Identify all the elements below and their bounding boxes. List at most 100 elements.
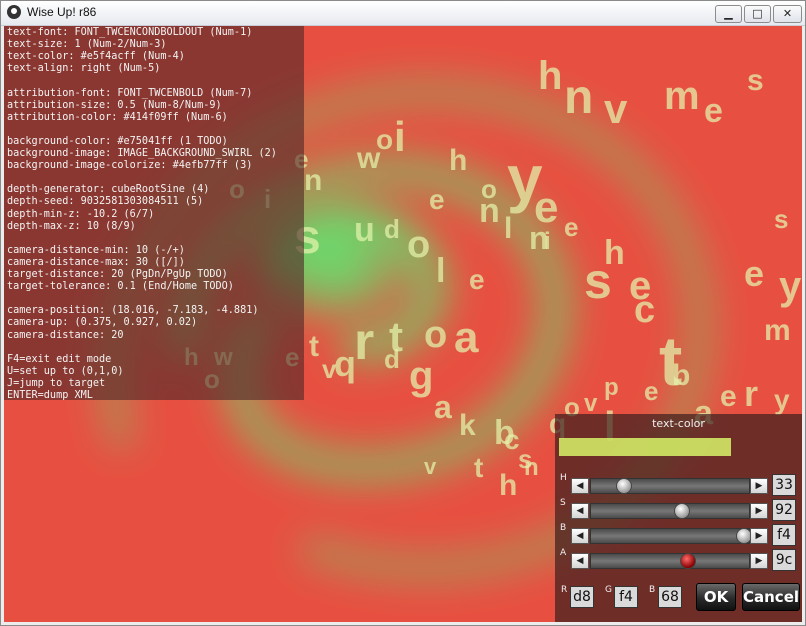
saturation-decrease-button[interactable]: ◀ [571, 503, 589, 519]
scene-letter: n [304, 164, 323, 197]
color-editor-panel: text-color H ◀ ▶ 33 S ◀ ▶ 92 B ◀ ▶ f4 A … [555, 414, 802, 622]
brightness-decrease-button[interactable]: ◀ [571, 528, 589, 544]
brightness-value[interactable]: f4 [772, 524, 796, 546]
info-line: camera-distance-min: 10 (-/+) [7, 244, 185, 256]
alpha-decrease-button[interactable]: ◀ [571, 553, 589, 569]
scene-letter: t [309, 330, 319, 363]
scene-letter: v [604, 85, 628, 132]
info-line: camera-distance-max: 30 ([/]) [7, 256, 185, 268]
close-button[interactable]: ✕ [773, 5, 802, 23]
editor-title: text-color [652, 417, 705, 430]
saturation-slider-thumb[interactable] [674, 503, 691, 519]
info-line: text-align: right (Num-5) [7, 63, 161, 75]
scene-letter: i [544, 228, 551, 255]
alpha-value[interactable]: 9c [772, 549, 796, 571]
alpha-label: A [560, 548, 567, 558]
info-line: text-font: FONT_TWCENCONDBOLDOUT (Num-1) [7, 27, 253, 38]
ok-button[interactable]: OK [696, 583, 736, 611]
scene-letter: y [779, 264, 802, 308]
alpha-slider-track[interactable] [590, 553, 750, 569]
scene-letter: t [474, 452, 484, 483]
red-label: R [561, 585, 568, 595]
scene-letter: r [354, 313, 375, 371]
hue-value[interactable]: 33 [772, 474, 796, 496]
minimize-button[interactable]: ▁ [715, 5, 742, 23]
hue-increase-button[interactable]: ▶ [750, 478, 768, 494]
hue-slider-thumb[interactable] [615, 478, 632, 494]
window-title: Wise Up! r86 [27, 5, 97, 19]
info-line: depth-max-z: 10 (8/9) [7, 220, 136, 232]
saturation-label: S [560, 498, 566, 508]
scene-letter: u [354, 211, 375, 249]
red-value[interactable]: d8 [570, 586, 594, 608]
info-line: target-tolerance: 0.1 (End/Home TODO) [7, 281, 234, 293]
app-icon [7, 5, 21, 19]
scene-letter: h [604, 234, 625, 272]
info-line: attribution-font: FONT_TWCENBOLD (Num-7) [7, 87, 253, 99]
scene-letter: o [407, 224, 431, 266]
scene-letter: e [564, 212, 579, 242]
saturation-increase-button[interactable]: ▶ [750, 503, 768, 519]
scene-letter: d [384, 344, 400, 374]
scene-letter: r [744, 373, 759, 414]
scene-letter: v [424, 454, 437, 479]
scene-letter: c [634, 289, 656, 331]
brightness-increase-button[interactable]: ▶ [750, 528, 768, 544]
info-line: background-image: IMAGE_BACKGROUND_SWIRL… [7, 148, 277, 159]
scene-letter: s [774, 204, 789, 234]
scene-letter: h [449, 144, 468, 177]
brightness-label: B [560, 523, 567, 533]
info-line: background-color: #e75041ff (1 TODO) [7, 135, 228, 147]
info-line: text-size: 1 (Num-2/Num-3) [7, 39, 167, 51]
scene-letter: l [436, 252, 446, 290]
title-bar[interactable]: Wise Up! r86 ▁ □ ✕ [1, 1, 805, 26]
scene-letter: e [704, 92, 723, 130]
info-line: text-color: #e5f4acff (Num-4) [7, 51, 185, 63]
scene-letter: v [584, 390, 598, 417]
blue-label: B [649, 585, 656, 595]
scene-letter: w [357, 142, 381, 175]
saturation-slider-track[interactable] [590, 503, 750, 519]
alpha-slider-thumb[interactable] [680, 553, 697, 569]
alpha-increase-button[interactable]: ▶ [750, 553, 768, 569]
scene-letter: n [479, 192, 500, 230]
brightness-slider-row: B ◀ ▶ f4 [559, 523, 799, 546]
scene-letter: l [504, 212, 513, 245]
info-line: depth-generator: cubeRootSine (4) [7, 184, 210, 196]
cancel-button[interactable]: Cancel [742, 583, 800, 611]
scene-letter: a [454, 313, 479, 362]
info-line: F4=exit edit mode [7, 353, 112, 365]
scene-letter: b [672, 359, 691, 392]
app-window: Wise Up! r86 ▁ □ ✕ hnvmesyeiowhoens u d … [0, 0, 806, 626]
scene-viewport[interactable]: hnvmesyeiowhoensudolelnieshectlrtoatvqdg… [4, 26, 802, 622]
scene-letter: d [384, 214, 400, 244]
blue-value[interactable]: 68 [658, 586, 682, 608]
scene-letter: y [774, 384, 790, 415]
hue-decrease-button[interactable]: ◀ [571, 478, 589, 494]
hue-slider-track[interactable] [590, 478, 750, 494]
info-line: U=set up to (0,1,0) [7, 365, 124, 377]
info-line: camera-position: (18.016, -7.183, -4.881… [7, 305, 259, 317]
info-line: camera-up: (0.375, 0.927, 0.02) [7, 317, 198, 329]
info-line: attribution-size: 0.5 (Num-8/Num-9) [7, 99, 222, 111]
scene-letter: k [459, 409, 476, 442]
scene-letter: s [747, 64, 764, 97]
scene-letter: g [409, 354, 434, 398]
scene-letter: n [524, 454, 539, 481]
brightness-slider-track[interactable] [590, 528, 752, 544]
scene-letter: e [720, 380, 737, 413]
scene-letter: m [664, 74, 700, 118]
scene-letter: h [499, 469, 518, 502]
scene-letter: m [764, 314, 791, 347]
scene-letter: a [434, 389, 452, 425]
info-line: depth-seed: 9032581303084511 (5) [7, 196, 204, 208]
scene-letter: i [394, 113, 406, 160]
scene-letter: e [469, 264, 485, 295]
saturation-value[interactable]: 92 [772, 499, 796, 521]
info-line: background-image-colorize: #4efb77ff (3) [7, 160, 253, 172]
info-line: J=jump to target [7, 377, 106, 389]
maximize-button[interactable]: □ [744, 5, 771, 23]
scene-letter: o [424, 314, 448, 356]
scene-letter: q [334, 343, 356, 384]
green-value[interactable]: f4 [614, 586, 638, 608]
